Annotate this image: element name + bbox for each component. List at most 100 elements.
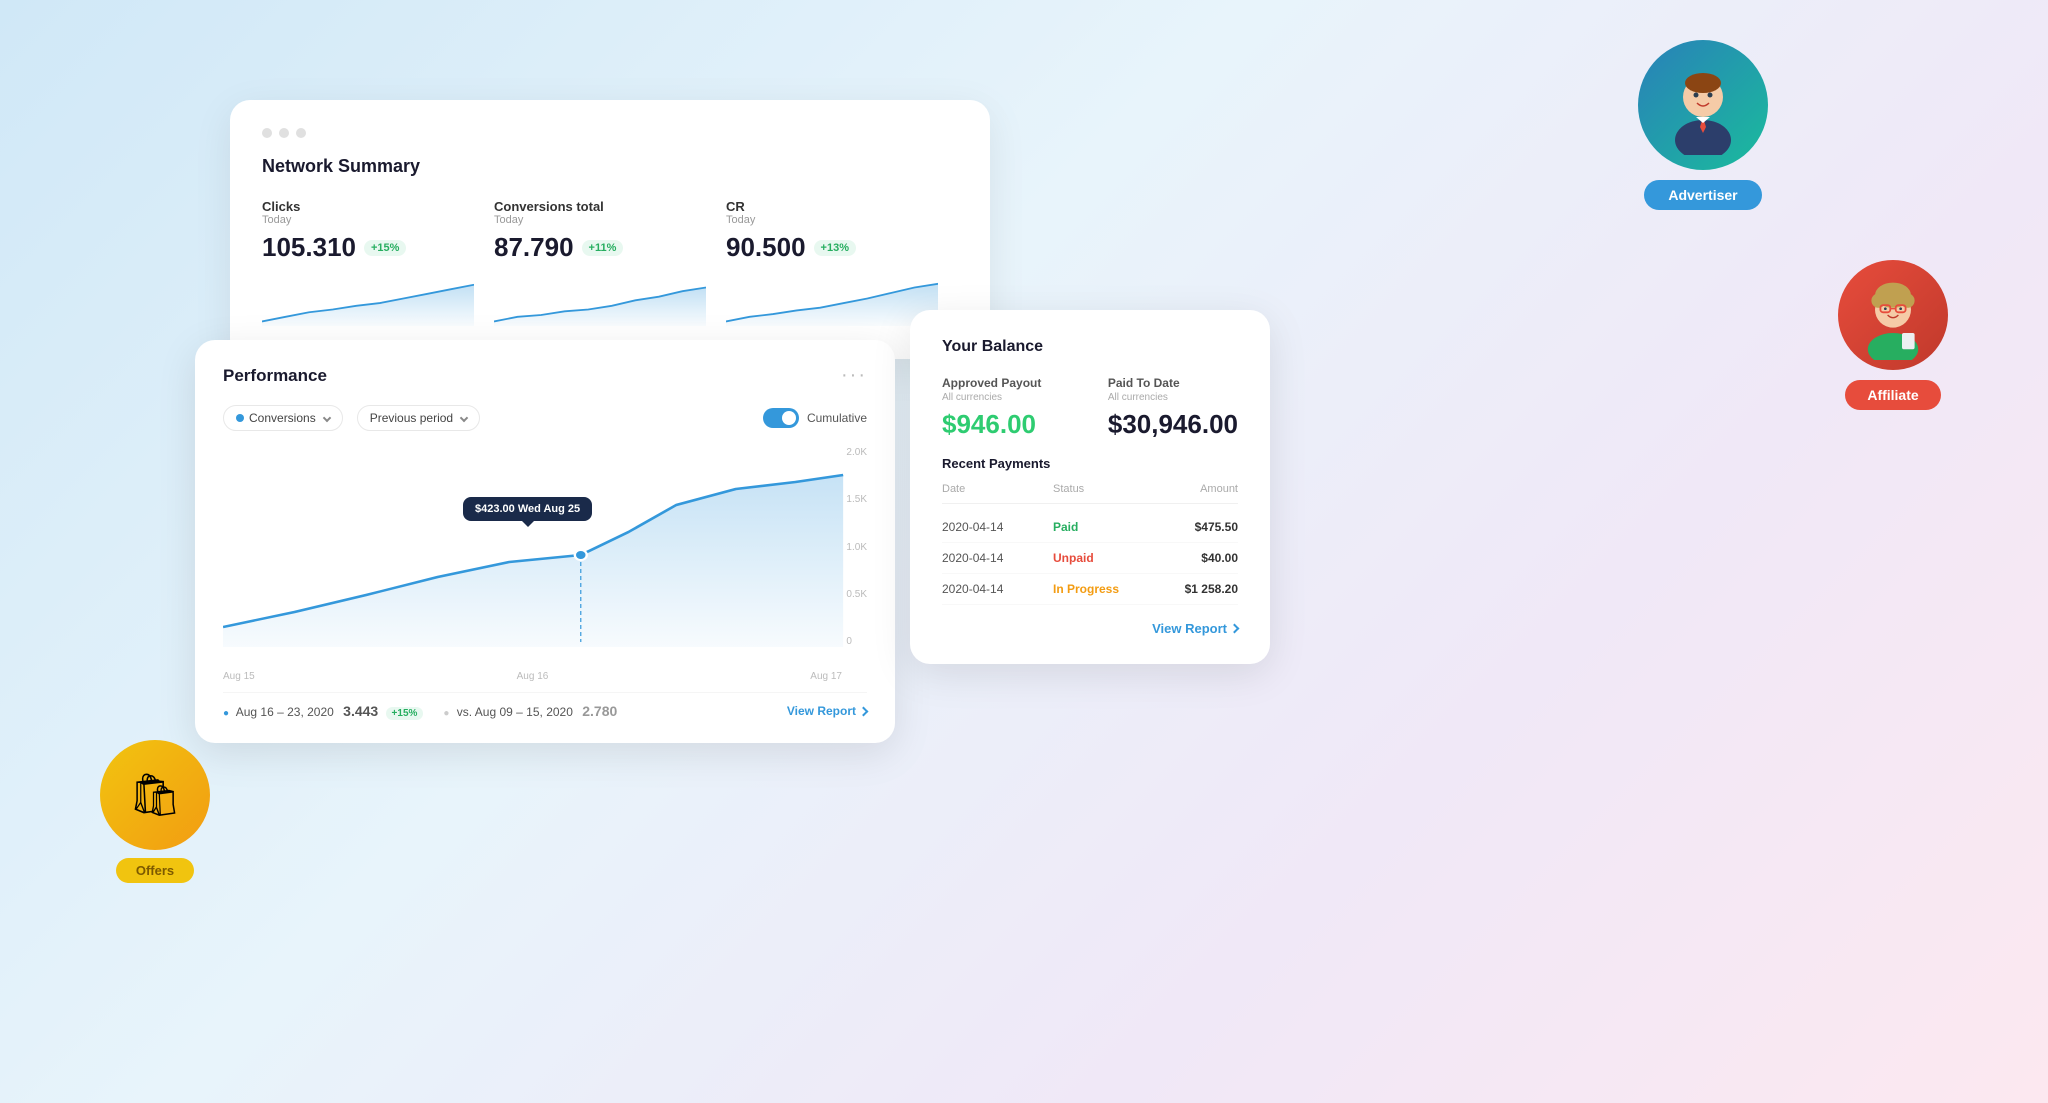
filter-conversions-label: Conversions xyxy=(249,411,316,425)
chevron-down-icon-2 xyxy=(460,414,468,422)
cumulative-label: Cumulative xyxy=(807,411,867,425)
conversions-chart xyxy=(494,271,706,326)
cr-chart xyxy=(726,271,938,326)
affiliate-avatar: Affiliate xyxy=(1838,260,1948,410)
payment-date-3: 2020-04-14 xyxy=(942,582,1053,596)
affiliate-badge[interactable]: Affiliate xyxy=(1845,380,1940,410)
filter-period-button[interactable]: Previous period xyxy=(357,405,480,431)
filter-row: Conversions Previous period Cumulative xyxy=(223,405,867,431)
filter-conversions-button[interactable]: Conversions xyxy=(223,405,343,431)
balance-view-report-label: View Report xyxy=(1152,621,1227,636)
footer-period2: vs. Aug 09 – 15, 2020 xyxy=(457,705,573,719)
performance-footer: ● Aug 16 – 23, 2020 3.443 +15% ● vs. Aug… xyxy=(223,692,867,719)
metrics-row: Clicks Today 105.310 +15% Conversions to… xyxy=(262,199,958,331)
payment-status-1: Paid xyxy=(1053,520,1146,534)
metric-cr-label: CR xyxy=(726,199,938,214)
payment-amount-2: $40.00 xyxy=(1146,551,1239,565)
payment-amount-1: $475.50 xyxy=(1146,520,1239,534)
performance-header: Performance ··· xyxy=(223,364,867,387)
approved-payout-label: Approved Payout xyxy=(942,376,1041,390)
footer-badge1: +15% xyxy=(386,707,424,720)
metric-conversions-label: Conversions total xyxy=(494,199,706,214)
payment-amount-3: $1 258.20 xyxy=(1146,582,1239,596)
approved-payout-value: $946.00 xyxy=(942,409,1041,440)
paid-to-date-sub: All currencies xyxy=(1108,392,1238,403)
payment-date-1: 2020-04-14 xyxy=(942,520,1053,534)
payments-table: Date Status Amount 2020-04-14 Paid $475.… xyxy=(942,483,1238,605)
metric-clicks-value: 105.310 xyxy=(262,232,356,263)
payment-row: 2020-04-14 In Progress $1 258.20 xyxy=(942,574,1238,605)
performance-chart-area: $423.00 Wed Aug 25 0 0.5K 1.0K 1.5K 2.0K xyxy=(223,447,867,667)
y-label-1k: 1.0K xyxy=(846,542,867,553)
cumulative-toggle-row: Cumulative xyxy=(763,408,867,428)
approved-payout-sub: All currencies xyxy=(942,392,1041,403)
metric-clicks: Clicks Today 105.310 +15% xyxy=(262,199,494,331)
payment-row: 2020-04-14 Unpaid $40.00 xyxy=(942,543,1238,574)
metric-clicks-label: Clicks xyxy=(262,199,474,214)
col-header-date: Date xyxy=(942,483,1053,495)
metric-clicks-sub: Today xyxy=(262,214,474,226)
offers-widget: 🛍 Offers xyxy=(100,740,210,883)
paid-to-date-col: Paid To Date All currencies $30,946.00 xyxy=(1108,376,1238,440)
y-label-15k: 1.5K xyxy=(846,494,867,505)
chevron-right-icon xyxy=(859,706,869,716)
window-dots xyxy=(262,128,958,138)
balance-view-report-row[interactable]: View Report xyxy=(942,621,1238,636)
payment-status-2: Unpaid xyxy=(1053,551,1146,565)
metric-conversions: Conversions total Today 87.790 +11% xyxy=(494,199,726,331)
approved-payout-col: Approved Payout All currencies $946.00 xyxy=(942,376,1041,440)
metric-cr-badge: +13% xyxy=(814,240,856,256)
offers-badge[interactable]: Offers xyxy=(116,858,194,883)
chart-tooltip: $423.00 Wed Aug 25 xyxy=(463,497,592,521)
offers-circle: 🛍 xyxy=(100,740,210,850)
x-label-aug15: Aug 15 xyxy=(223,671,255,682)
footer-stat-prev: ● vs. Aug 09 – 15, 2020 2.780 xyxy=(443,703,617,719)
offers-icon: 🛍 xyxy=(128,771,181,820)
col-header-status: Status xyxy=(1053,483,1146,495)
metric-conversions-sub: Today xyxy=(494,214,706,226)
performance-card: Performance ··· Conversions Previous per… xyxy=(195,340,895,743)
view-report-label: View Report xyxy=(787,704,856,718)
advertiser-avatar-circle xyxy=(1638,40,1768,170)
advertiser-avatar: Advertiser xyxy=(1638,40,1768,210)
payment-status-3: In Progress xyxy=(1053,582,1146,596)
payment-row: 2020-04-14 Paid $475.50 xyxy=(942,512,1238,543)
metric-conversions-value: 87.790 xyxy=(494,232,574,263)
footer-stat-current: ● Aug 16 – 23, 2020 3.443 +15% xyxy=(223,703,423,719)
network-summary-title: Network Summary xyxy=(262,156,958,177)
paid-to-date-value: $30,946.00 xyxy=(1108,409,1238,440)
y-label-2k: 2.0K xyxy=(846,447,867,458)
balance-card: Your Balance Approved Payout All currenc… xyxy=(910,310,1270,664)
metric-cr-sub: Today xyxy=(726,214,938,226)
network-summary-card: Network Summary Clicks Today 105.310 +15… xyxy=(230,100,990,359)
y-axis-labels: 0 0.5K 1.0K 1.5K 2.0K xyxy=(846,447,867,667)
footer-value2: 2.780 xyxy=(582,703,617,719)
performance-view-report-link[interactable]: View Report xyxy=(787,704,867,718)
balance-chevron-right-icon xyxy=(1230,624,1240,634)
metric-clicks-badge: +15% xyxy=(364,240,406,256)
x-axis-labels: Aug 15 Aug 16 Aug 17 xyxy=(223,667,867,682)
balance-amounts-row: Approved Payout All currencies $946.00 P… xyxy=(942,376,1238,440)
footer-period1: Aug 16 – 23, 2020 xyxy=(236,705,334,719)
paid-to-date-label: Paid To Date xyxy=(1108,376,1238,390)
y-label-05k: 0.5K xyxy=(846,589,867,600)
x-label-aug17: Aug 17 xyxy=(810,671,842,682)
metric-cr-value: 90.500 xyxy=(726,232,806,263)
cumulative-toggle[interactable] xyxy=(763,408,799,428)
advertiser-figure xyxy=(1653,55,1753,155)
advertiser-badge[interactable]: Advertiser xyxy=(1644,180,1761,210)
performance-menu-icon[interactable]: ··· xyxy=(841,364,867,387)
payment-date-2: 2020-04-14 xyxy=(942,551,1053,565)
filter-period-label: Previous period xyxy=(370,411,453,425)
col-header-amount: Amount xyxy=(1146,483,1239,495)
balance-title: Your Balance xyxy=(942,338,1238,356)
footer-dot-current: ● xyxy=(223,708,229,719)
metric-conversions-badge: +11% xyxy=(582,240,624,256)
clicks-chart xyxy=(262,271,474,326)
chevron-down-icon xyxy=(322,414,330,422)
affiliate-figure xyxy=(1848,270,1938,360)
footer-value1: 3.443 xyxy=(343,703,378,719)
performance-chart xyxy=(223,447,867,647)
filter-dot xyxy=(236,414,244,422)
payments-table-header: Date Status Amount xyxy=(942,483,1238,504)
